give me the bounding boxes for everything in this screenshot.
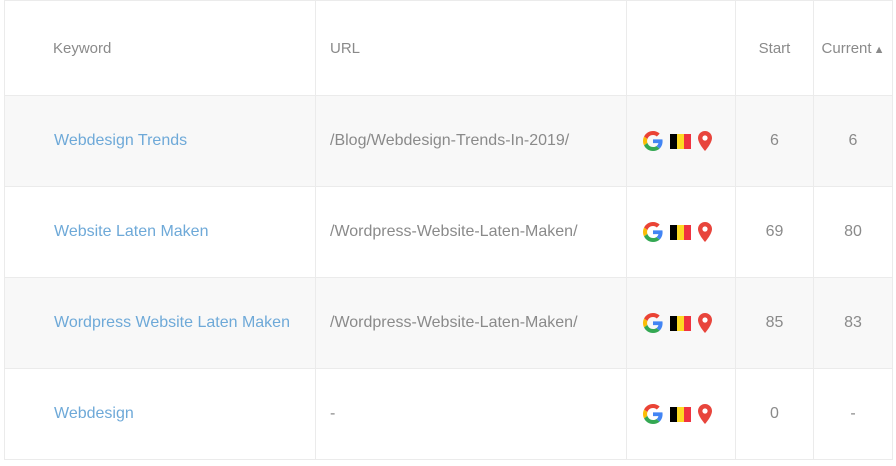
search-engine-icons bbox=[627, 313, 735, 333]
url-text: - bbox=[330, 405, 336, 422]
search-engine-cell bbox=[626, 95, 736, 187]
google-icon bbox=[643, 404, 663, 424]
column-header-keyword[interactable]: Keyword bbox=[4, 0, 316, 96]
keyword-cell: Wordpress Website Laten Maken bbox=[4, 277, 316, 369]
keyword-cell: Webdesign bbox=[4, 368, 316, 460]
url-cell: - bbox=[315, 368, 627, 460]
table-row: Wordpress Website Laten Maken/Wordpress-… bbox=[4, 277, 893, 369]
belgium-flag-icon bbox=[670, 133, 691, 149]
table-row: Webdesign Trends/Blog/Webdesign-Trends-I… bbox=[4, 95, 893, 187]
table-row: Webdesign -0- bbox=[4, 368, 893, 460]
table-row: Website Laten Maken/Wordpress-Website-La… bbox=[4, 186, 893, 278]
keyword-link[interactable]: Website Laten Maken bbox=[54, 223, 208, 240]
keyword-cell: Website Laten Maken bbox=[4, 186, 316, 278]
current-rank-cell: - bbox=[813, 368, 893, 460]
search-engine-cell bbox=[626, 186, 736, 278]
column-header-url[interactable]: URL bbox=[315, 0, 627, 96]
url-text: /Wordpress-Website-Laten-Maken/ bbox=[330, 314, 578, 331]
keyword-ranking-table: Keyword URL Start Current ▲ Webdesign Tre… bbox=[4, 0, 893, 460]
map-pin-icon bbox=[698, 404, 712, 424]
search-engine-cell bbox=[626, 368, 736, 460]
search-engine-icons bbox=[627, 131, 735, 151]
belgium-flag-icon bbox=[670, 224, 691, 240]
search-engine-cell bbox=[626, 277, 736, 369]
column-header-current-label: Current bbox=[821, 39, 872, 57]
column-header-start[interactable]: Start bbox=[735, 0, 814, 96]
keyword-link[interactable]: Webdesign bbox=[54, 405, 134, 422]
belgium-flag-icon bbox=[670, 315, 691, 331]
column-header-engine bbox=[626, 0, 736, 96]
current-rank-cell: 6 bbox=[813, 95, 893, 187]
google-icon bbox=[643, 131, 663, 151]
url-cell: /Wordpress-Website-Laten-Maken/ bbox=[315, 277, 627, 369]
url-text: /Blog/Webdesign-Trends-In-2019/ bbox=[330, 132, 570, 149]
map-pin-icon bbox=[698, 222, 712, 242]
table-body: Webdesign Trends/Blog/Webdesign-Trends-I… bbox=[4, 95, 893, 460]
header-row: Keyword URL Start Current ▲ bbox=[4, 0, 893, 96]
start-rank-cell: 69 bbox=[735, 186, 814, 278]
current-rank-cell: 83 bbox=[813, 277, 893, 369]
url-cell: /Wordpress-Website-Laten-Maken/ bbox=[315, 186, 627, 278]
current-rank-cell: 80 bbox=[813, 186, 893, 278]
google-icon bbox=[643, 313, 663, 333]
map-pin-icon bbox=[698, 313, 712, 333]
url-cell: /Blog/Webdesign-Trends-In-2019/ bbox=[315, 95, 627, 187]
map-pin-icon bbox=[698, 131, 712, 151]
start-rank-cell: 6 bbox=[735, 95, 814, 187]
keyword-cell: Webdesign Trends bbox=[4, 95, 316, 187]
keyword-link[interactable]: Webdesign Trends bbox=[54, 132, 187, 149]
google-icon bbox=[643, 222, 663, 242]
keyword-link[interactable]: Wordpress Website Laten Maken bbox=[54, 314, 290, 331]
search-engine-icons bbox=[627, 222, 735, 242]
table-header: Keyword URL Start Current ▲ bbox=[4, 0, 893, 96]
url-text: /Wordpress-Website-Laten-Maken/ bbox=[330, 223, 578, 240]
search-engine-icons bbox=[627, 404, 735, 424]
start-rank-cell: 0 bbox=[735, 368, 814, 460]
start-rank-cell: 85 bbox=[735, 277, 814, 369]
rank-tracker-page: Keyword URL Start Current ▲ Webdesign Tre… bbox=[0, 0, 896, 466]
column-header-current[interactable]: Current ▲ bbox=[813, 0, 893, 96]
belgium-flag-icon bbox=[670, 406, 691, 422]
sort-ascending-icon: ▲ bbox=[873, 43, 885, 56]
